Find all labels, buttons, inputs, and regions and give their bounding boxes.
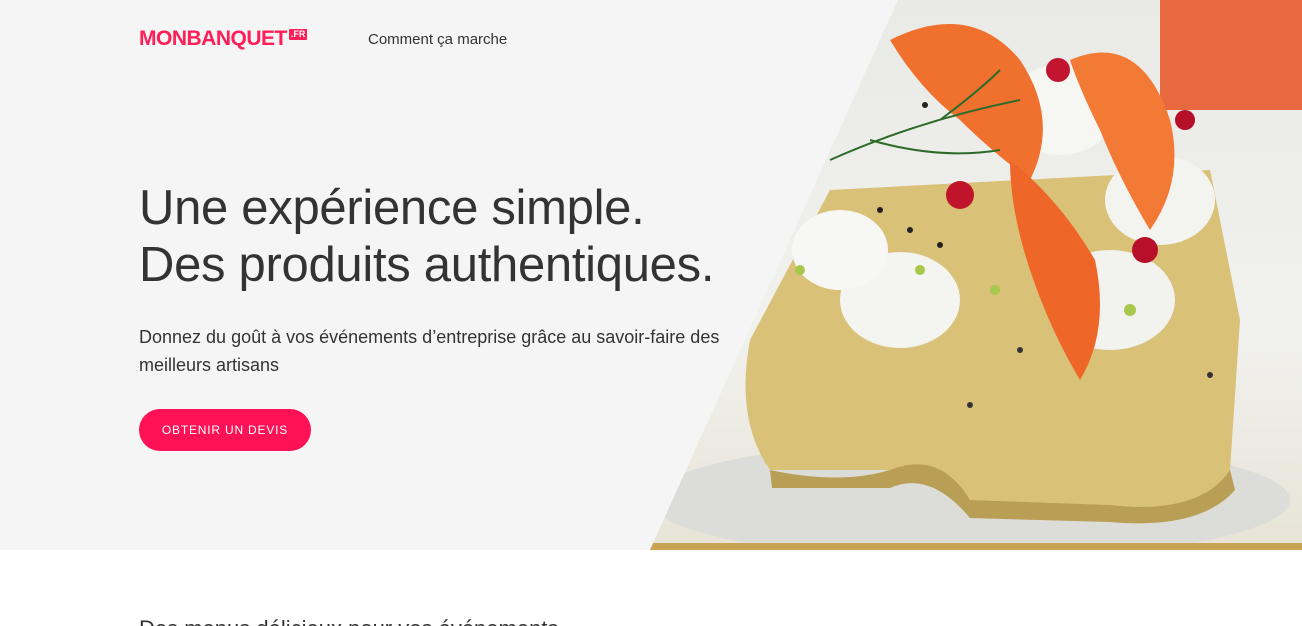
get-quote-button[interactable]: OBTENIR UN DEVIS: [139, 409, 311, 451]
hero-headline: Une expérience simple. Des produits auth…: [139, 180, 759, 294]
section-heading: Des menus délicieux pour vos événements: [139, 616, 558, 626]
logo-suffix: .FR: [288, 29, 308, 40]
hero-subtext: Donnez du goût à vos événements d’entrep…: [139, 327, 720, 375]
headline-line-1: Une expérience simple.: [139, 181, 645, 235]
headline-line-2: Des produits authentiques.: [139, 238, 715, 292]
monbanquet-logo[interactable]: MONBANQUET .FR: [139, 26, 308, 52]
logo-wordmark: MONBANQUET: [139, 27, 287, 50]
hero-section: MONBANQUET .FR Comment ça marche Une exp…: [0, 0, 1302, 550]
nav-link-how-it-works[interactable]: Comment ça marche: [368, 31, 507, 49]
